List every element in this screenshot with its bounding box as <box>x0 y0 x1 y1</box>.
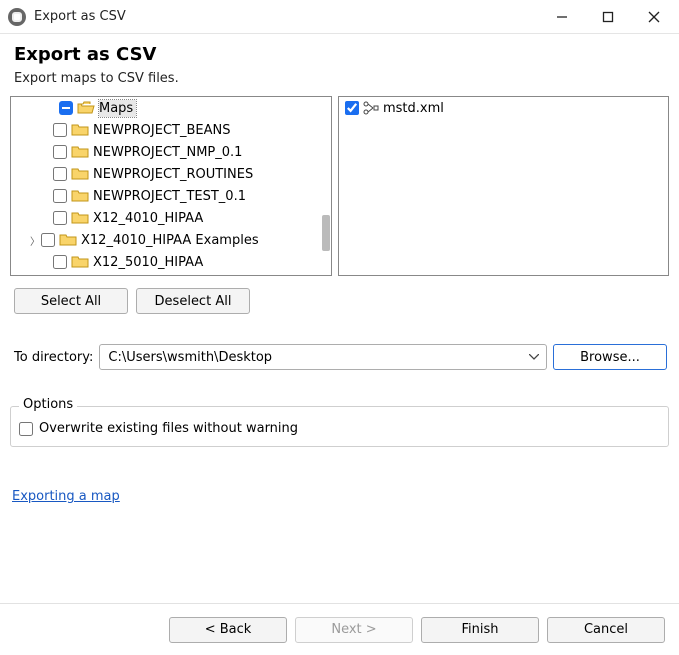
checkbox[interactable] <box>53 189 67 203</box>
finish-button[interactable]: Finish <box>421 617 539 643</box>
back-button[interactable]: < Back <box>169 617 287 643</box>
tree-item[interactable]: NEWPROJECT_TEST_0.1 <box>11 185 331 207</box>
options-legend: Options <box>19 397 77 412</box>
title-bar: Export as CSV <box>0 0 679 34</box>
browse-button[interactable]: Browse... <box>553 344 667 370</box>
cancel-button[interactable]: Cancel <box>547 617 665 643</box>
close-button[interactable] <box>631 0 677 33</box>
checkbox[interactable] <box>53 145 67 159</box>
tree-item[interactable]: NEWPROJECT_ROUTINES <box>11 163 331 185</box>
tree-label: NEWPROJECT_NMP_0.1 <box>93 144 245 161</box>
expand-icon[interactable] <box>41 147 53 158</box>
tree-item[interactable]: X12_5010_HIPAA <box>11 251 331 273</box>
checkbox[interactable] <box>345 101 359 115</box>
expand-icon[interactable] <box>41 257 53 268</box>
checkbox[interactable] <box>41 233 55 247</box>
wizard-footer: < Back Next > Finish Cancel <box>0 603 679 655</box>
tree-item[interactable]: NEWPROJECT_NMP_0.1 <box>11 141 331 163</box>
select-all-button[interactable]: Select All <box>14 288 128 314</box>
overwrite-checkbox[interactable] <box>19 422 33 436</box>
folder-icon <box>71 255 89 269</box>
tree-item[interactable]: NEWPROJECT_BEANS <box>11 119 331 141</box>
maximize-button[interactable] <box>585 0 631 33</box>
tree-item[interactable]: 〉 X12_4010_HIPAA Examples <box>11 229 331 251</box>
folder-icon <box>71 167 89 181</box>
window-controls <box>539 0 677 33</box>
folder-icon <box>71 123 89 137</box>
folder-open-icon <box>77 101 95 115</box>
file-item[interactable]: mstd.xml <box>339 97 668 119</box>
tree-item-maps[interactable]: Maps <box>11 97 331 119</box>
checkbox[interactable] <box>53 123 67 137</box>
app-icon <box>8 8 26 26</box>
tree-label: X12_4010_HIPAA <box>93 210 206 227</box>
scrollbar-thumb[interactable] <box>322 215 330 251</box>
minimize-button[interactable] <box>539 0 585 33</box>
checkbox[interactable] <box>53 255 67 269</box>
projects-tree[interactable]: Maps NEWPROJECT_BEANS NEWPROJECT_NMP_0.1 <box>10 96 332 276</box>
file-label: mstd.xml <box>383 100 447 117</box>
tree-label: Maps <box>99 100 136 117</box>
folder-icon <box>71 145 89 159</box>
map-file-icon <box>363 101 379 115</box>
tree-label: X12_4010_HIPAA Examples <box>81 232 262 249</box>
expand-icon[interactable] <box>41 125 53 136</box>
close-icon <box>648 11 660 23</box>
to-directory-label: To directory: <box>14 350 93 365</box>
page-description: Export maps to CSV files. <box>14 71 665 86</box>
deselect-all-button[interactable]: Deselect All <box>136 288 250 314</box>
wizard-header: Export as CSV Export maps to CSV files. <box>0 34 679 94</box>
checkbox-partial[interactable] <box>59 101 73 115</box>
tree-label: NEWPROJECT_TEST_0.1 <box>93 188 249 205</box>
maximize-icon <box>602 11 614 23</box>
window-title: Export as CSV <box>34 9 539 24</box>
expand-icon[interactable]: 〉 <box>29 233 41 248</box>
directory-combo[interactable] <box>99 344 547 370</box>
expand-icon[interactable] <box>41 169 53 180</box>
tree-item[interactable]: X12_4010_HIPAA <box>11 207 331 229</box>
tree-label: X12_5010_HIPAA <box>93 254 206 271</box>
help-link[interactable]: Exporting a map <box>12 489 120 504</box>
folder-icon <box>71 211 89 225</box>
expand-icon[interactable] <box>41 213 53 224</box>
tree-label: NEWPROJECT_BEANS <box>93 122 233 139</box>
options-group: Options Overwrite existing files without… <box>10 406 669 447</box>
files-tree[interactable]: mstd.xml <box>338 96 669 276</box>
chevron-down-icon[interactable] <box>522 345 546 369</box>
checkbox[interactable] <box>53 211 67 225</box>
directory-input[interactable] <box>99 344 547 370</box>
next-button: Next > <box>295 617 413 643</box>
checkbox[interactable] <box>53 167 67 181</box>
folder-icon <box>71 189 89 203</box>
expand-icon[interactable] <box>41 191 53 202</box>
folder-icon <box>59 233 77 247</box>
page-title: Export as CSV <box>14 44 665 65</box>
minimize-icon <box>556 11 568 23</box>
overwrite-label: Overwrite existing files without warning <box>39 421 298 436</box>
tree-label: NEWPROJECT_ROUTINES <box>93 166 256 183</box>
